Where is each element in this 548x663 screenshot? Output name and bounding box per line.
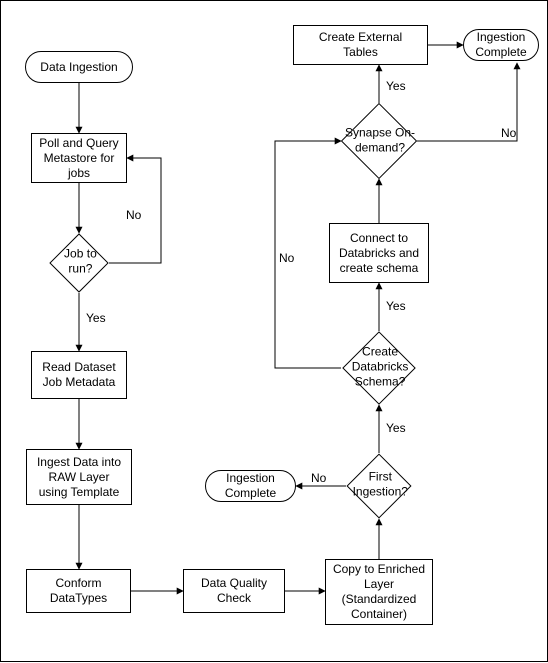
node-label: Ingestion Complete [470,30,532,60]
node-label: Poll and Query Metastore for jobs [38,136,120,181]
terminator-ingestion-complete-upper: Ingestion Complete [463,29,539,61]
decision-job-to-run: Job to run? [49,233,108,292]
decision-first-ingestion: First Ingestion? [346,453,411,518]
process-ingest-raw: Ingest Data into RAW Layer using Templat… [26,449,132,505]
edge-label-job-yes: Yes [86,311,106,325]
flowchart-canvas: Data Ingestion Poll and Query Metastore … [0,0,548,662]
decision-synapse-on-demand: Synapse On-demand? [341,103,417,179]
edge-label-schema-yes: Yes [386,299,406,313]
process-read-dataset-metadata: Read Dataset Job Metadata [31,351,127,399]
process-connect-databricks: Connect to Databricks and create schema [329,223,429,283]
process-conform-datatypes: Conform DataTypes [26,569,131,613]
process-poll-metastore: Poll and Query Metastore for jobs [31,133,127,183]
node-label: Ingest Data into RAW Layer using Templat… [33,455,125,500]
node-label: Data Ingestion [40,60,117,75]
node-label: Read Dataset Job Metadata [38,360,120,390]
node-label: Conform DataTypes [33,576,124,606]
node-label: Data Quality Check [190,576,278,606]
terminator-data-ingestion: Data Ingestion [25,51,133,83]
node-label: Connect to Databricks and create schema [336,231,422,276]
node-label: Job to run? [52,247,108,277]
process-copy-enriched: Copy to Enriched Layer (Standardized Con… [325,559,433,625]
edge-label-synapse-yes: Yes [386,79,406,93]
node-label: Ingestion Complete [212,471,289,501]
edge-label-schema-no: No [279,251,294,265]
node-label: Copy to Enriched Layer (Standardized Con… [332,562,426,622]
edge-label-synapse-no: No [501,126,516,140]
edges [1,1,548,663]
edge-label-job-no: No [126,208,141,222]
terminator-ingestion-complete-lower: Ingestion Complete [205,470,296,502]
node-label: Create External Tables [300,30,421,60]
process-create-external-tables: Create External Tables [293,25,428,65]
node-label: Create Databricks Schema? [345,344,415,389]
edge-label-first-yes: Yes [386,421,406,435]
node-label: Synapse On-demand? [343,126,416,156]
node-label: First Ingestion? [349,470,411,500]
edge-label-first-no: No [311,471,326,485]
process-data-quality-check: Data Quality Check [183,569,285,613]
decision-create-databricks-schema: Create Databricks Schema? [342,331,416,405]
